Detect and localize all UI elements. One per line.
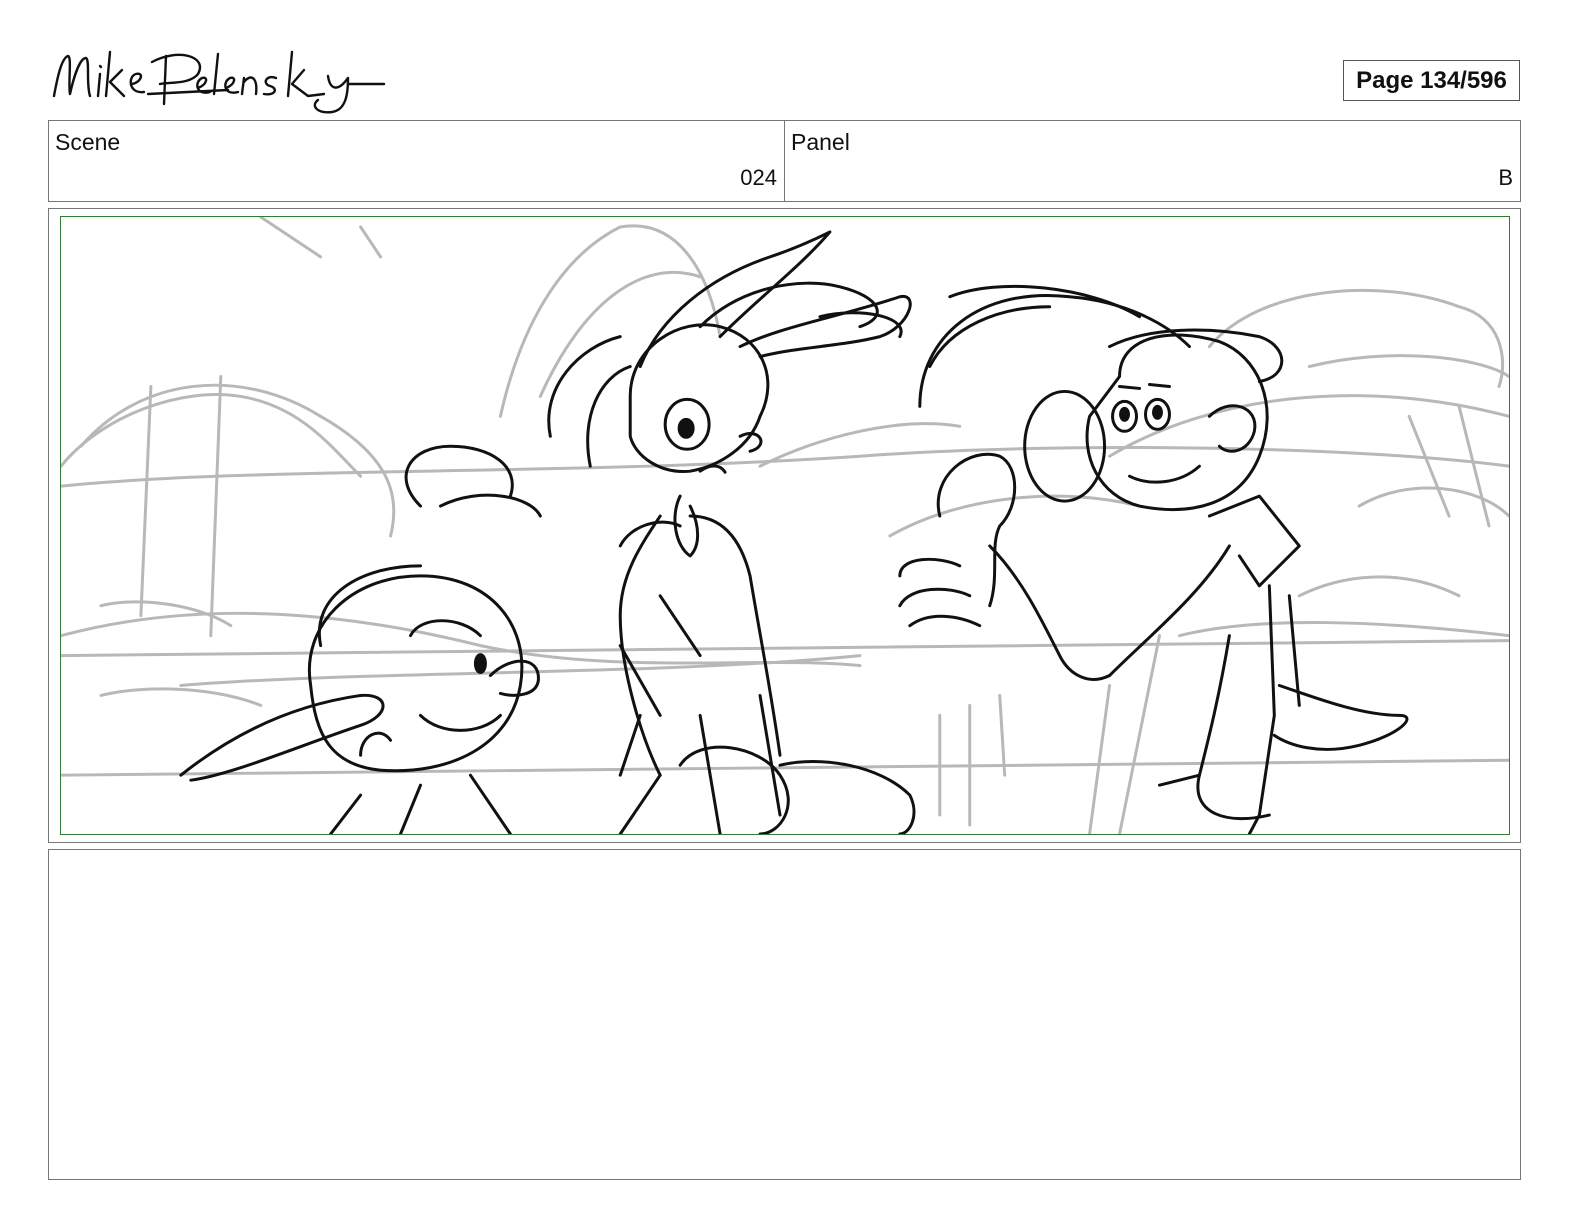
panel-notes-area <box>48 849 1521 1180</box>
scene-label: Scene <box>55 129 121 155</box>
panel-label: Panel <box>791 129 850 155</box>
storyboard-panel <box>48 208 1521 843</box>
scene-number: 024 <box>740 165 777 190</box>
safe-area-frame <box>60 216 1510 835</box>
scene-panel-info-bar: Scene 024 Panel B <box>48 120 1521 202</box>
artist-signature <box>48 44 388 120</box>
storyboard-sketch <box>61 217 1509 834</box>
panel-cell: Panel B <box>784 121 1520 201</box>
page-number: Page 134/596 <box>1343 60 1520 101</box>
scene-cell: Scene 024 <box>49 121 784 201</box>
panel-letter: B <box>1498 165 1513 190</box>
